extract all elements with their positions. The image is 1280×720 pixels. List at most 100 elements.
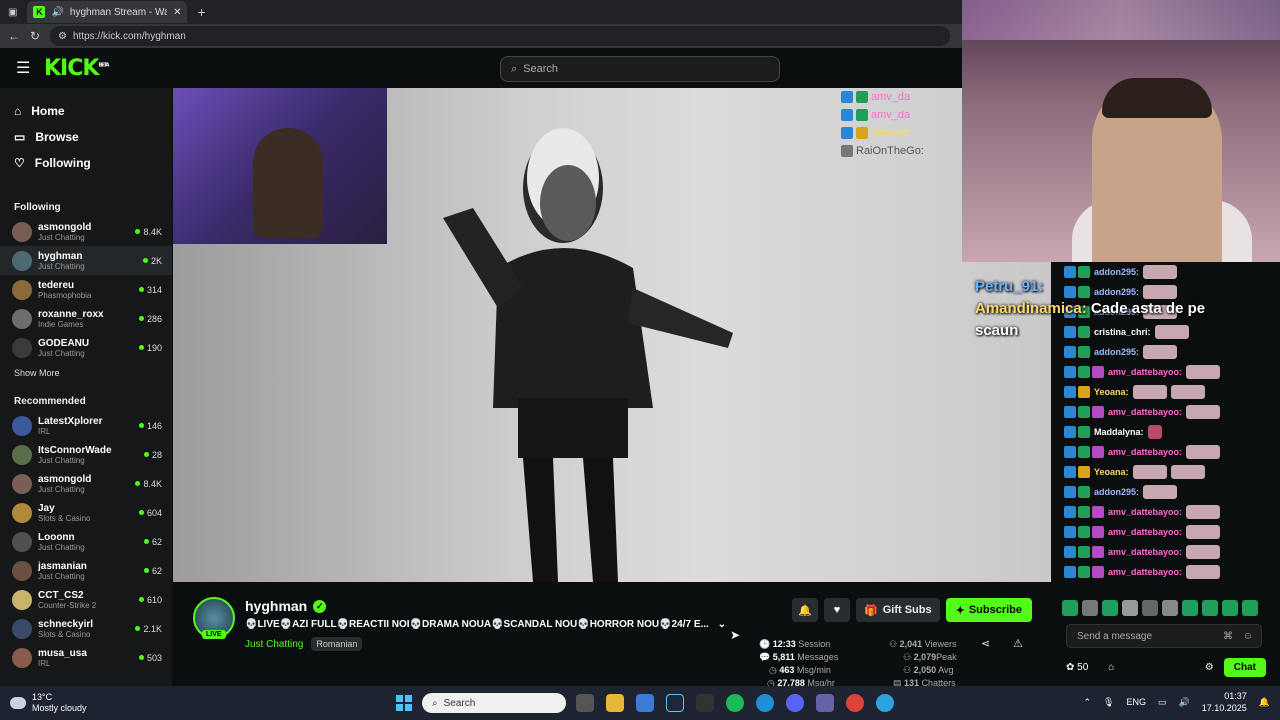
channel-item[interactable]: asmongold Just Chatting 8.4K [0, 469, 172, 498]
edge-icon[interactable] [756, 694, 774, 712]
chat-username[interactable]: addon295: [1094, 347, 1139, 357]
network-icon[interactable]: ▭ [1158, 697, 1167, 708]
chat-username[interactable]: amv_dattebayoo: [1108, 527, 1182, 537]
emote-icon[interactable] [1142, 600, 1158, 616]
chat-username[interactable]: Maddalyna: [1094, 427, 1144, 437]
channel-name: musa_usa [38, 647, 87, 659]
new-tab-button[interactable]: + [197, 4, 205, 20]
chat-message: amv_dattebayoo: [1052, 562, 1280, 582]
emote-icon[interactable] [1222, 600, 1238, 616]
telegram-icon[interactable] [876, 694, 894, 712]
category-link[interactable]: Just Chatting [245, 639, 303, 650]
emote-icon[interactable] [1242, 600, 1258, 616]
channel-item[interactable]: asmongold Just Chatting 8.4K [0, 217, 172, 246]
chat-message-input[interactable]: Send a message ⌘ ☺ [1066, 624, 1262, 648]
channel-category: Slots & Casino [38, 629, 91, 639]
expand-title-icon[interactable]: ⌄ [718, 619, 726, 630]
kick-top-nav: ☰ KICKBETA ⌕ Search [0, 48, 1052, 88]
url-field[interactable]: ⚙ https://kick.com/hyghman [50, 26, 950, 46]
chat-settings-icon[interactable]: ⚙ [1205, 662, 1214, 673]
channel-item[interactable]: Jay Slots & Casino 604 [0, 498, 172, 527]
channel-item[interactable]: musa_usa IRL 503 [0, 643, 172, 672]
chat-username[interactable]: addon295: [1094, 487, 1139, 497]
app-icon[interactable] [696, 694, 714, 712]
emote-icon[interactable] [1162, 600, 1178, 616]
browser-tab[interactable]: K 🔊 hyghman Stream - Watch Li... ✕ [27, 1, 188, 23]
volume-icon[interactable]: 🔊 [1179, 697, 1190, 708]
channel-item[interactable]: hyghman Just Chatting 2K [0, 246, 172, 275]
chat-username[interactable]: amv_dattebayoo: [1108, 547, 1182, 557]
share-icon[interactable]: ⋖ [981, 637, 990, 650]
emote-icon[interactable] [1202, 600, 1218, 616]
file-explorer-icon[interactable] [606, 694, 624, 712]
chat-username[interactable]: amv_dattebayoo: [1108, 507, 1182, 517]
store-icon[interactable] [636, 694, 654, 712]
emote-icon[interactable] [1102, 600, 1118, 616]
speaker-icon[interactable]: 🔊 [51, 7, 63, 18]
emote-icon[interactable] [1062, 600, 1078, 616]
temperature: 13°C [32, 692, 53, 702]
channel-item[interactable]: Looonn Just Chatting 62 [0, 527, 172, 556]
chat-username[interactable]: amv_dattebayoo: [1108, 447, 1182, 457]
gift-box-icon[interactable]: ⌂ [1108, 662, 1114, 673]
hamburger-menu-icon[interactable]: ☰ [16, 58, 32, 78]
reload-icon[interactable]: ↻ [30, 29, 40, 43]
kick-logo[interactable]: KICKBETA [44, 56, 110, 81]
channel-points[interactable]: ✿ 50 [1066, 662, 1088, 673]
chat-username[interactable]: amv_dattebayoo: [1108, 407, 1182, 417]
notification-bell-button[interactable]: 🔔 [792, 598, 818, 622]
streamer-name[interactable]: hyghman ✓ [245, 598, 327, 614]
notifications-icon[interactable]: 🔔 [1259, 697, 1270, 708]
channel-name: schneckyirl [38, 618, 94, 630]
channel-item[interactable]: jasmanian Just Chatting 62 [0, 556, 172, 585]
channel-name: CCT_CS2 [38, 589, 84, 601]
clock[interactable]: 01:37 17.10.2025 [1202, 690, 1247, 714]
follow-heart-button[interactable]: ♥ [824, 598, 850, 622]
chat-username[interactable]: amv_dattebayoo: [1108, 367, 1182, 377]
chat-username[interactable]: Yeoana: [1094, 467, 1129, 477]
window-menu-icon[interactable]: ▣ [8, 7, 17, 18]
nav-following[interactable]: ♡ Following [0, 150, 172, 176]
subscribe-button[interactable]: ✦ Subscribe [945, 598, 1032, 622]
close-tab-icon[interactable]: ✕ [173, 7, 181, 18]
windows-start-icon[interactable] [396, 695, 412, 711]
channel-item[interactable]: ItsConnorWade Just Chatting 28 [0, 440, 172, 469]
emote-icon[interactable] [1122, 600, 1138, 616]
send-chat-button[interactable]: Chat [1223, 657, 1266, 677]
report-icon[interactable]: ⚠ [1013, 637, 1023, 650]
language-tag[interactable]: Romanian [311, 637, 363, 651]
channel-item[interactable]: CCT_CS2 Counter-Strike 2 610 [0, 585, 172, 614]
steam-icon[interactable] [666, 694, 684, 712]
weather-widget[interactable]: 13°C Mostly cloudy [10, 692, 87, 714]
chevron-up-icon[interactable]: ⌃ [1084, 697, 1092, 708]
emote-icon[interactable] [1182, 600, 1198, 616]
emoji-icon[interactable]: ☺ [1243, 631, 1253, 642]
nav-home[interactable]: ⌂ Home [0, 98, 172, 124]
emote-icon[interactable] [1082, 600, 1098, 616]
chat-username[interactable]: amv_dattebayoo: [1108, 567, 1182, 577]
channel-item[interactable]: roxanne_roxx Indie Games 286 [0, 304, 172, 333]
microphone-icon[interactable]: 🎙 [1103, 697, 1114, 708]
language-indicator[interactable]: ENG [1126, 697, 1146, 707]
show-more-link[interactable]: Show More [0, 362, 172, 384]
chat-username[interactable]: Yeoana: [1094, 387, 1129, 397]
teams-icon[interactable] [816, 694, 834, 712]
task-view-icon[interactable] [576, 694, 594, 712]
channel-item[interactable]: GODEANU Just Chatting 190 [0, 333, 172, 362]
channel-item[interactable]: schneckyirl Slots & Casino 2.1K [0, 614, 172, 643]
gift-subs-button[interactable]: 🎁 Gift Subs [856, 598, 940, 622]
taskbar-search[interactable]: ⌕ Search [422, 693, 566, 713]
channel-item[interactable]: tedereu Phasmophobia 314 [0, 275, 172, 304]
site-info-icon[interactable]: ⚙ [58, 31, 67, 42]
video-player[interactable]: amv_da amv_da Yeoana: RaiOnTheGo: [173, 88, 1051, 582]
channel-item[interactable]: LatestXplorer IRL 146 [0, 411, 172, 440]
discord-icon[interactable] [786, 694, 804, 712]
commands-icon[interactable]: ⌘ [1223, 631, 1233, 642]
chrome-icon[interactable] [846, 694, 864, 712]
mouse-cursor-icon: ➤ [730, 628, 741, 642]
search-input[interactable]: ⌕ Search [500, 56, 780, 82]
search-placeholder: Search [523, 63, 559, 75]
spotify-icon[interactable] [726, 694, 744, 712]
nav-browse[interactable]: ▭ Browse [0, 124, 172, 150]
back-icon[interactable]: ← [8, 29, 20, 43]
